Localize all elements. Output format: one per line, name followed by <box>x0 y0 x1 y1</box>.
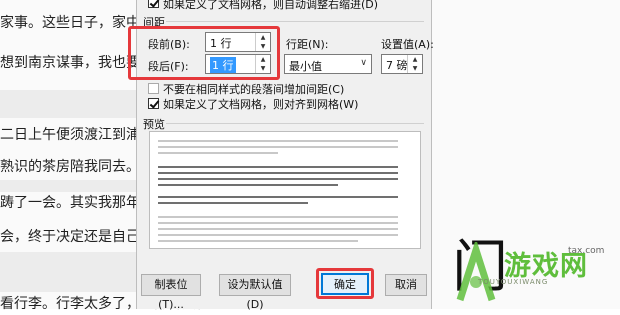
no-space-same-style-label: 不要在相同样式的段落间增加间距(C) <box>163 83 345 96</box>
red-highlight-ok <box>316 268 374 299</box>
doc-gap <box>0 180 140 192</box>
spin-up-icon[interactable]: ▲ <box>408 55 422 64</box>
line-spacing-label: 行距(N): <box>286 38 329 51</box>
tabs-button[interactable]: 制表位(T)... <box>141 274 201 311</box>
snap-to-grid-checkbox[interactable] <box>148 98 159 109</box>
doc-line: 熟识的茶房陪我同去。他 <box>0 159 140 175</box>
watermark-url: tax.com <box>568 246 605 256</box>
no-space-same-style-checkbox[interactable] <box>148 83 159 94</box>
doc-gap <box>0 252 140 292</box>
watermark-logo-icon <box>456 242 496 302</box>
chevron-down-icon: ∨ <box>360 58 367 68</box>
line-spacing-select[interactable]: 最小值 ∨ <box>284 54 372 74</box>
doc-line: 想到南京谋事，我也要回 <box>0 55 140 71</box>
paragraph-preview <box>149 131 421 249</box>
red-highlight-spacing <box>128 26 280 80</box>
section-divider <box>166 123 424 124</box>
set-value-spinner[interactable]: 7 磅 ▲ ▼ <box>381 54 423 74</box>
set-value-label: 设置值(A): <box>381 38 434 51</box>
preview-section-title: 预览 <box>143 118 165 131</box>
set-value: 7 磅 <box>386 59 408 72</box>
watermark-sub: TOUYOUXIWANG <box>478 278 549 286</box>
section-divider <box>166 21 424 22</box>
snap-to-grid-label: 如果定义了文档网格，则对齐到网格(W) <box>163 98 359 111</box>
doc-line: 二日上午便须渡江到浦口 <box>0 127 140 143</box>
auto-adjust-indent-checkbox[interactable] <box>148 0 159 8</box>
site-watermark: 游戏网 TOUYOUXIWANG tax.com <box>448 240 620 309</box>
set-default-button[interactable]: 设为默认值(D) <box>219 274 291 311</box>
cancel-button[interactable]: 取消 <box>385 274 427 296</box>
doc-line: 踌了一会。其实我那年已 <box>0 195 140 211</box>
auto-adjust-indent-label: 如果定义了文档网格，则自动调整右缩进(D) <box>163 0 379 11</box>
doc-gap <box>0 90 140 118</box>
doc-line: 会，终于决定还是自己送 <box>0 229 140 245</box>
line-spacing-value: 最小值 <box>289 60 322 73</box>
spin-down-icon[interactable]: ▼ <box>408 64 422 73</box>
doc-line: 家事。这些日子，家中光 <box>0 15 140 31</box>
